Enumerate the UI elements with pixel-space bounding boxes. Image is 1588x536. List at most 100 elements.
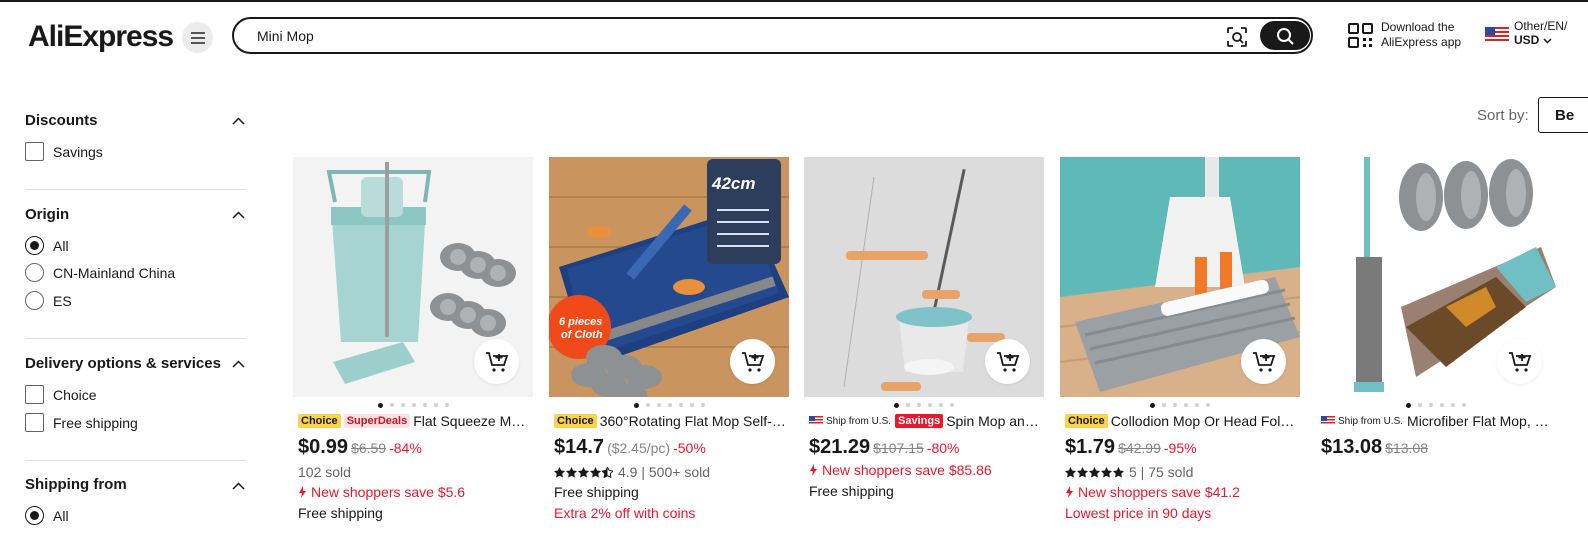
rating-stars xyxy=(554,466,614,478)
product-card[interactable]: 42cm 6 pieces of Cloth Choice 360°Rotati… xyxy=(549,157,789,536)
hamburger-icon xyxy=(190,31,205,44)
image-carousel-dots[interactable] xyxy=(1060,402,1300,408)
choice-badge: Choice xyxy=(298,414,341,428)
product-title[interactable]: Ship from U.S. Savings Spin Mop and Buck… xyxy=(809,413,1041,429)
chevron-down-icon xyxy=(1543,38,1552,44)
product-title[interactable]: Choice SuperDeals Flat Squeeze Mop and B… xyxy=(298,413,530,429)
product-image[interactable]: 42cm 6 pieces of Cloth xyxy=(549,157,789,397)
image-search-icon[interactable] xyxy=(1226,26,1248,48)
product-image[interactable] xyxy=(804,157,1044,397)
sort-dropdown[interactable]: Be xyxy=(1538,97,1588,133)
ship-from-us-badge: Ship from U.S. xyxy=(809,416,891,427)
product-image[interactable] xyxy=(293,157,533,397)
add-to-cart-button[interactable] xyxy=(474,339,519,384)
product-title[interactable]: Ship from U.S. Microfiber Flat Mop, Self… xyxy=(1321,413,1553,429)
discount: -84% xyxy=(389,440,422,456)
add-to-cart-button[interactable] xyxy=(1497,339,1542,384)
filter-choice[interactable]: Choice xyxy=(25,385,97,404)
price-row: $0.99 $6.59 -84% xyxy=(298,436,422,459)
image-carousel-dots[interactable] xyxy=(293,402,533,408)
ship-from-us-badge: Ship from U.S. xyxy=(1321,416,1403,427)
star-icon xyxy=(1101,466,1112,478)
radio-button[interactable] xyxy=(25,506,44,525)
chevron-up-icon[interactable] xyxy=(232,211,245,219)
checkbox[interactable] xyxy=(25,142,44,161)
image-carousel-dots[interactable] xyxy=(1316,402,1556,408)
origin-es[interactable]: ES xyxy=(25,291,72,310)
image-carousel-dots[interactable] xyxy=(549,402,789,408)
add-to-cart-button[interactable] xyxy=(730,339,775,384)
origin-cn[interactable]: CN-Mainland China xyxy=(25,263,175,282)
download-app-link[interactable]: Download the AliExpress app xyxy=(1348,20,1461,50)
checkbox[interactable] xyxy=(25,385,44,404)
product-title[interactable]: Choice 360°Rotating Flat Mop Self-cleani… xyxy=(554,413,786,429)
product-card[interactable]: Choice SuperDeals Flat Squeeze Mop and B… xyxy=(293,157,533,536)
top-border xyxy=(0,0,1588,2)
filter-free-shipping[interactable]: Free shipping xyxy=(25,413,138,432)
original-price: $42.99 xyxy=(1118,440,1161,456)
product-image[interactable] xyxy=(1060,157,1300,397)
us-flag-icon xyxy=(1321,416,1335,426)
original-price: $13.08 xyxy=(1385,440,1428,456)
svg-text:of Cloth: of Cloth xyxy=(561,329,603,341)
add-to-cart-icon xyxy=(1508,351,1531,372)
star-icon xyxy=(566,466,577,478)
flame-icon xyxy=(810,464,817,476)
price: $14.7 xyxy=(554,436,605,458)
discount: -50% xyxy=(673,440,706,456)
shipping-text: Free shipping xyxy=(298,505,383,521)
shipping-text: Free shipping xyxy=(554,484,639,500)
rating-row: 4.9 | 500+ sold xyxy=(554,464,710,480)
product-image[interactable] xyxy=(1316,157,1556,397)
price-row: $21.29 $107.15 -80% xyxy=(809,436,959,459)
radio-button[interactable] xyxy=(25,236,44,255)
star-icon xyxy=(1065,466,1076,478)
chevron-up-icon[interactable] xyxy=(232,117,245,125)
add-to-cart-button[interactable] xyxy=(1241,339,1286,384)
radio-button[interactable] xyxy=(25,291,44,310)
discounts-title: Discounts xyxy=(25,112,98,129)
language-currency-selector[interactable]: Other/EN/ USD xyxy=(1485,19,1567,47)
unit-price: ($2.45/pc) xyxy=(607,440,671,456)
discount: -80% xyxy=(926,440,960,456)
flame-icon xyxy=(1066,486,1073,498)
chevron-up-icon[interactable] xyxy=(232,482,245,490)
choice-badge: Choice xyxy=(1065,414,1108,428)
original-price: $6.59 xyxy=(351,440,387,456)
product-card[interactable]: Choice Collodion Mop Or Head Folding $1.… xyxy=(1060,157,1300,536)
search-input[interactable] xyxy=(257,25,1197,47)
price-row: $13.08 $13.08 xyxy=(1321,436,1428,459)
currency-label: USD xyxy=(1514,33,1567,47)
image-carousel-dots[interactable] xyxy=(804,402,1044,408)
choice-badge: Choice xyxy=(554,414,597,428)
radio-button[interactable] xyxy=(25,263,44,282)
us-flag-icon xyxy=(1485,27,1509,43)
superdeals-badge: SuperDeals xyxy=(343,414,411,428)
shipping-from-all[interactable]: All xyxy=(25,506,69,525)
half-star-icon xyxy=(602,466,613,478)
language-label: Other/EN/ xyxy=(1514,19,1568,33)
product-card[interactable]: Ship from U.S. Savings Spin Mop and Buck… xyxy=(804,157,1044,536)
product-card[interactable]: Ship from U.S. Microfiber Flat Mop, Self… xyxy=(1316,157,1556,536)
add-to-cart-icon xyxy=(1252,351,1275,372)
qr-code-icon xyxy=(1348,22,1373,48)
price: $1.79 xyxy=(1065,436,1116,458)
aliexpress-logo[interactable]: AliExpress xyxy=(28,20,174,54)
menu-button[interactable] xyxy=(182,22,213,53)
sold-count: 102 sold xyxy=(298,464,351,480)
chevron-up-icon[interactable] xyxy=(232,360,245,368)
checkbox[interactable] xyxy=(25,413,44,432)
shipping-text: Free shipping xyxy=(809,483,894,499)
promo-text: New shoppers save $5.6 xyxy=(298,484,465,500)
add-to-cart-button[interactable] xyxy=(985,339,1030,384)
sort-label: Sort by: xyxy=(1477,107,1529,124)
origin-all[interactable]: All xyxy=(25,236,69,255)
star-icon xyxy=(1077,466,1088,478)
filter-savings[interactable]: Savings xyxy=(25,142,103,161)
product-title[interactable]: Choice Collodion Mop Or Head Folding xyxy=(1065,413,1297,429)
star-icon xyxy=(578,466,589,478)
search-button[interactable] xyxy=(1260,21,1310,50)
rating-row: 5 | 75 sold xyxy=(1065,464,1193,480)
discount: -95% xyxy=(1163,440,1197,456)
add-to-cart-icon xyxy=(996,351,1019,372)
